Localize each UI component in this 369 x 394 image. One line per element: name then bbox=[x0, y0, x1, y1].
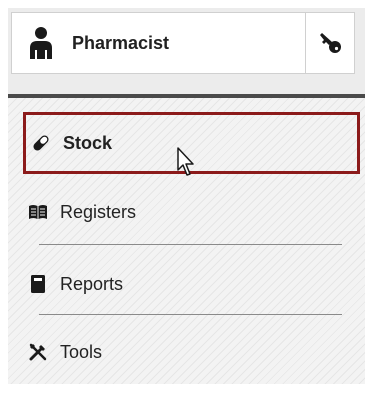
user-bar: Pharmacist bbox=[11, 12, 355, 74]
menu-separator bbox=[39, 314, 342, 315]
book-icon bbox=[28, 274, 48, 294]
user-icon bbox=[28, 26, 54, 60]
user-name: Pharmacist bbox=[72, 32, 170, 53]
menu-item-tools[interactable]: Tools bbox=[8, 322, 365, 382]
menu-item-label: Tools bbox=[60, 341, 103, 362]
key-button[interactable] bbox=[305, 13, 354, 73]
open-book-icon bbox=[28, 202, 48, 222]
menu-item-label: Registers bbox=[60, 201, 137, 222]
menu-item-reports[interactable]: Reports bbox=[8, 254, 365, 314]
pill-icon bbox=[31, 133, 51, 153]
mouse-pointer-icon bbox=[176, 146, 198, 178]
menu-item-label: Stock bbox=[63, 132, 113, 153]
user-profile[interactable]: Pharmacist bbox=[12, 13, 305, 73]
menu-item-label: Reports bbox=[60, 273, 124, 294]
key-icon bbox=[318, 31, 342, 55]
sidebar-menu: Stock Registers Reports Tools bbox=[8, 98, 365, 384]
menu-separator bbox=[39, 244, 342, 245]
tools-icon bbox=[28, 342, 48, 362]
menu-item-registers[interactable]: Registers bbox=[8, 182, 365, 242]
